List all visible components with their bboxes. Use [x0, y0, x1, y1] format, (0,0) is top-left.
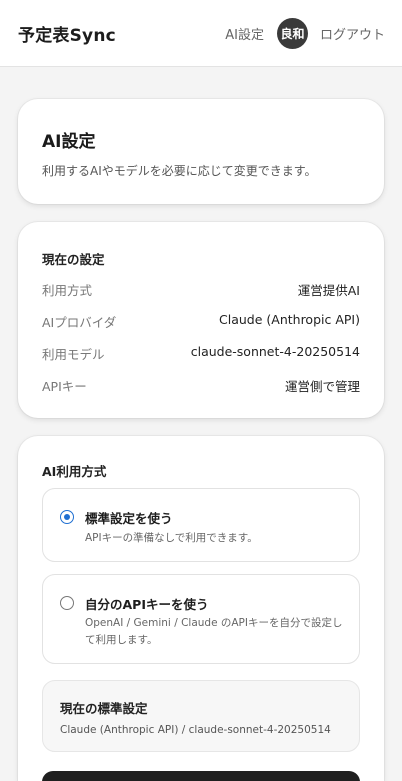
setting-label: APIキー [42, 379, 87, 394]
usage-mode-title: AI利用方式 [42, 464, 107, 479]
setting-label: AIプロバイダ [42, 315, 117, 330]
setting-value: 運営側で管理 [284, 379, 360, 394]
nav-ai-settings-link[interactable]: AI設定 [225, 24, 264, 43]
standard-settings-box: 現在の標準設定 Claude (Anthropic API) / claude-… [42, 680, 360, 752]
option-standard-description: APIキーの準備なしで利用できます。 [85, 532, 258, 544]
setting-value: claude-sonnet-4-20250514 [190, 344, 360, 359]
standard-settings-title: 現在の標準設定 [60, 701, 148, 716]
setting-row-usage-mode: 利用方式 運営提供AI [42, 280, 360, 299]
app-header: 予定表Sync AI設定 良和 ログアウト [0, 0, 402, 67]
page-title: AI設定 [42, 132, 96, 152]
setting-row-api-key: APIキー 運営側で管理 [42, 376, 360, 395]
setting-label: 利用モデル [42, 347, 105, 362]
save-button[interactable] [42, 771, 360, 781]
avatar[interactable]: 良和 [276, 17, 308, 49]
option-standard[interactable]: 標準設定を使う APIキーの準備なしで利用できます。 [42, 488, 360, 562]
standard-settings-description: Claude (Anthropic API) / claude-sonnet-4… [60, 724, 331, 736]
logout-link[interactable]: ログアウト [320, 24, 385, 43]
intro-card: AI設定 利用するAIやモデルを必要に応じて変更できます。 [18, 99, 384, 204]
setting-label: 利用方式 [42, 283, 93, 298]
header-nav: AI設定 良和 ログアウト [225, 17, 385, 49]
current-settings-title: 現在の設定 [42, 252, 105, 267]
setting-value: 運営提供AI [297, 283, 360, 298]
option-own-api-key[interactable]: 自分のAPIキーを使う OpenAI / Gemini / Claude のAP… [42, 574, 360, 664]
option-own-api-key-title: 自分のAPIキーを使う [85, 597, 209, 612]
setting-row-provider: AIプロバイダ Claude (Anthropic API) [42, 312, 360, 331]
setting-row-model: 利用モデル claude-sonnet-4-20250514 [42, 344, 360, 363]
setting-value: Claude (Anthropic API) [219, 312, 360, 327]
option-standard-title: 標準設定を使う [85, 511, 173, 526]
brand-logo[interactable]: 予定表Sync [18, 21, 116, 46]
usage-mode-card: AI利用方式 標準設定を使う APIキーの準備なしで利用できます。 自分のAPI… [18, 436, 384, 781]
current-settings-card: 現在の設定 利用方式 運営提供AI AIプロバイダ Claude (Anthro… [18, 222, 384, 418]
page-description: 利用するAIやモデルを必要に応じて変更できます。 [42, 164, 317, 178]
radio-standard[interactable] [60, 510, 74, 524]
radio-own-api-key[interactable] [60, 596, 74, 610]
option-own-api-key-description: OpenAI / Gemini / Claude のAPIキーを自分で設定して利… [85, 617, 343, 646]
